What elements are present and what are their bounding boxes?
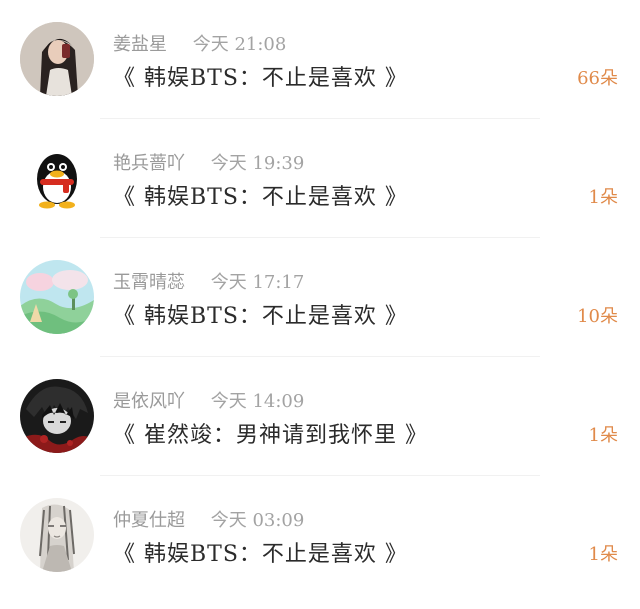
sketch-avatar-icon[interactable] [20,498,94,572]
flower-count: 66朵 [577,68,618,89]
item-meta: 姜盐星 今天 21:08 [113,30,287,55]
book-title[interactable]: 《 韩娱BTS：不止是喜欢 》 [113,536,408,568]
qq-penguin-avatar-icon[interactable] [20,141,94,215]
timestamp: 今天 03:09 [210,510,305,531]
sender-name[interactable]: 玉霄晴蕊 [113,272,185,293]
landscape-avatar-icon[interactable] [20,260,94,334]
item-meta: 仲夏仕超 今天 03:09 [113,506,305,531]
item-meta: 是依风吖 今天 14:09 [113,387,305,412]
item-meta: 玉霄晴蕊 今天 17:17 [113,268,305,293]
gift-record-list: 姜盐星 今天 21:08 《 韩娱BTS：不止是喜欢 》 66朵 艳兵蔷吖 今天… [0,0,640,609]
list-item[interactable]: 姜盐星 今天 21:08 《 韩娱BTS：不止是喜欢 》 66朵 [0,0,640,119]
sender-name[interactable]: 艳兵蔷吖 [113,153,185,174]
book-title[interactable]: 《 崔然竣：男神请到我怀里 》 [113,417,428,449]
list-item[interactable]: 是依风吖 今天 14:09 《 崔然竣：男神请到我怀里 》 1朵 [0,357,640,476]
dark-anime-avatar-icon[interactable] [20,379,94,453]
flower-count: 1朵 [588,425,618,446]
item-meta: 艳兵蔷吖 今天 19:39 [113,149,305,174]
user-photo-avatar-icon[interactable] [20,22,94,96]
sender-name[interactable]: 是依风吖 [113,391,185,412]
timestamp: 今天 21:08 [192,34,287,55]
timestamp: 今天 19:39 [210,153,305,174]
flower-count: 10朵 [577,306,618,327]
list-item[interactable]: 艳兵蔷吖 今天 19:39 《 韩娱BTS：不止是喜欢 》 1朵 [0,119,640,238]
book-title[interactable]: 《 韩娱BTS：不止是喜欢 》 [113,60,408,92]
sender-name[interactable]: 仲夏仕超 [113,510,185,531]
book-title[interactable]: 《 韩娱BTS：不止是喜欢 》 [113,298,408,330]
timestamp: 今天 14:09 [210,391,305,412]
book-title[interactable]: 《 韩娱BTS：不止是喜欢 》 [113,179,408,211]
list-item[interactable]: 仲夏仕超 今天 03:09 《 韩娱BTS：不止是喜欢 》 1朵 [0,476,640,595]
flower-count: 1朵 [588,187,618,208]
timestamp: 今天 17:17 [210,272,305,293]
flower-count: 1朵 [588,544,618,565]
list-item[interactable]: 玉霄晴蕊 今天 17:17 《 韩娱BTS：不止是喜欢 》 10朵 [0,238,640,357]
sender-name[interactable]: 姜盐星 [113,34,167,55]
